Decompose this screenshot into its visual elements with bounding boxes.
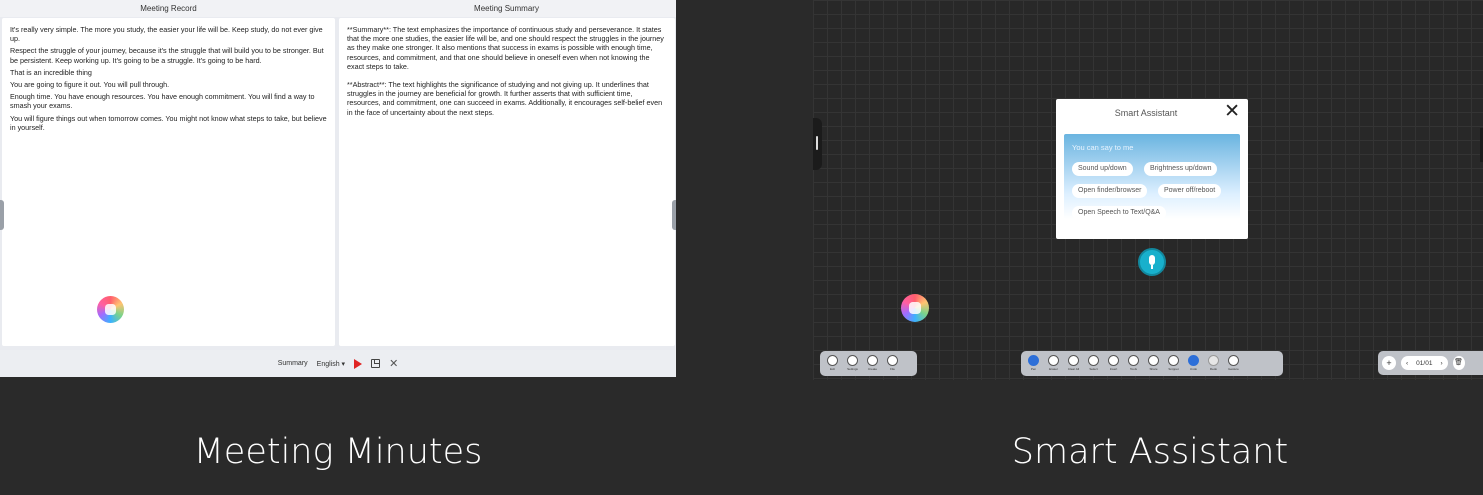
- chip-brightness[interactable]: Brightness up/down: [1144, 162, 1218, 176]
- eraser-icon: [1048, 355, 1059, 366]
- tool-share[interactable]: Share: [1147, 355, 1160, 372]
- meeting-record-text[interactable]: It's really very simple. The more you st…: [2, 18, 335, 346]
- exit-icon: [827, 355, 838, 366]
- create-icon: [867, 355, 878, 366]
- right-drawer-handle[interactable]: [672, 200, 676, 230]
- snippet-icon: [1168, 355, 1179, 366]
- add-page-button[interactable]: +: [1382, 356, 1396, 370]
- summary-paragraph: **Summary**: The text emphasizes the imp…: [347, 25, 664, 71]
- chip-speech[interactable]: Open Speech to Text/Q&A: [1072, 206, 1166, 220]
- assistant-orb-icon[interactable]: [901, 294, 929, 322]
- tool-settings[interactable]: Settings: [846, 355, 859, 372]
- hand-icon: [1228, 355, 1239, 366]
- language-select[interactable]: English ▾: [317, 360, 345, 368]
- smart-assistant-caption: Smart Assistant: [1011, 432, 1289, 472]
- chip-finder[interactable]: Open finder/browser: [1072, 184, 1148, 198]
- meeting-bottom-bar: Summary English ▾ ✕: [0, 350, 676, 377]
- record-paragraph: You are going to figure it out. You will…: [10, 80, 170, 90]
- tool-create[interactable]: Create: [866, 355, 879, 372]
- insert-icon: [1108, 355, 1119, 366]
- gear-icon: [847, 355, 858, 366]
- assistant-suggestions: You can say to me Sound up/down Brightne…: [1064, 134, 1240, 220]
- record-paragraph: You will figure things out when tomorrow…: [10, 113, 327, 132]
- tool-redo[interactable]: Redo: [1207, 355, 1220, 372]
- record-paragraph: It's really very simple. The more you st…: [10, 25, 323, 44]
- main-toolbar: Pen Eraser Clear All Select Insert Tools…: [1021, 351, 1283, 376]
- select-icon: [1088, 355, 1099, 366]
- folder-icon: [887, 355, 898, 366]
- close-button[interactable]: ✕: [389, 357, 398, 370]
- meeting-summary-header: Meeting Summary: [337, 0, 676, 17]
- smart-assistant-dialog: Smart Assistant ✕ You can say to me Soun…: [1056, 99, 1248, 239]
- tool-exit[interactable]: Exit: [826, 355, 839, 372]
- save-icon: [371, 359, 381, 368]
- save-button[interactable]: [371, 359, 381, 368]
- undo-icon: [1188, 355, 1199, 366]
- assistant-prompt: You can say to me: [1072, 143, 1134, 152]
- meeting-minutes-caption: Meeting Minutes: [193, 432, 483, 472]
- tool-pen[interactable]: Pen: [1027, 355, 1040, 372]
- assistant-title: Smart Assistant: [1114, 108, 1178, 118]
- delete-page-button[interactable]: 🗑: [1452, 356, 1465, 370]
- record-paragraph: Enough time. You have enough resources. …: [10, 92, 315, 111]
- page-navigator: ‹ 01/01 ›: [1401, 356, 1448, 370]
- redo-icon: [1208, 355, 1219, 366]
- left-toolbar: Exit Settings Create File: [820, 351, 917, 376]
- tool-tools[interactable]: Tools: [1127, 355, 1140, 372]
- next-page-button[interactable]: ›: [1440, 360, 1442, 367]
- assistant-close-button[interactable]: ✕: [1224, 101, 1240, 123]
- tool-insert[interactable]: Insert: [1107, 355, 1120, 372]
- chip-sound[interactable]: Sound up/down: [1072, 162, 1133, 176]
- play-icon: [354, 358, 363, 369]
- play-button[interactable]: [354, 358, 363, 369]
- tool-gesture[interactable]: Gesture: [1227, 355, 1240, 372]
- page-controls: + ‹ 01/01 › 🗑: [1378, 351, 1483, 375]
- clear-all-icon: [1068, 355, 1079, 366]
- assistant-orb-icon[interactable]: [97, 296, 124, 323]
- chip-power[interactable]: Power off/reboot: [1158, 184, 1222, 198]
- meeting-record-header: Meeting Record: [0, 0, 337, 17]
- pen-icon: [1028, 355, 1039, 366]
- tool-snippet[interactable]: Snippet: [1167, 355, 1180, 372]
- page-indicator: 01/01: [1416, 359, 1433, 367]
- summary-paragraph: **Abstract**: The text highlights the si…: [347, 80, 663, 117]
- meeting-summary-text[interactable]: **Summary**: The text emphasizes the imp…: [339, 18, 675, 346]
- share-icon: [1148, 355, 1159, 366]
- record-paragraph: Respect the struggle of your journey, be…: [10, 46, 324, 65]
- prev-page-button[interactable]: ‹: [1406, 360, 1408, 367]
- tool-file[interactable]: File: [886, 355, 899, 372]
- meeting-minutes-window: Meeting Record Meeting Summary It's real…: [0, 0, 676, 377]
- tool-eraser[interactable]: Eraser: [1047, 355, 1060, 372]
- tools-icon: [1128, 355, 1139, 366]
- record-paragraph: That is an incredible thing: [10, 67, 92, 77]
- tool-clear-all[interactable]: Clear All: [1067, 355, 1080, 372]
- side-drawer-handle[interactable]: [813, 118, 822, 170]
- tool-select[interactable]: Select: [1087, 355, 1100, 372]
- tool-undo[interactable]: Undo: [1187, 355, 1200, 372]
- left-drawer-handle[interactable]: [0, 200, 4, 230]
- microphone-button[interactable]: [1138, 248, 1166, 276]
- summary-button[interactable]: Summary: [278, 360, 308, 367]
